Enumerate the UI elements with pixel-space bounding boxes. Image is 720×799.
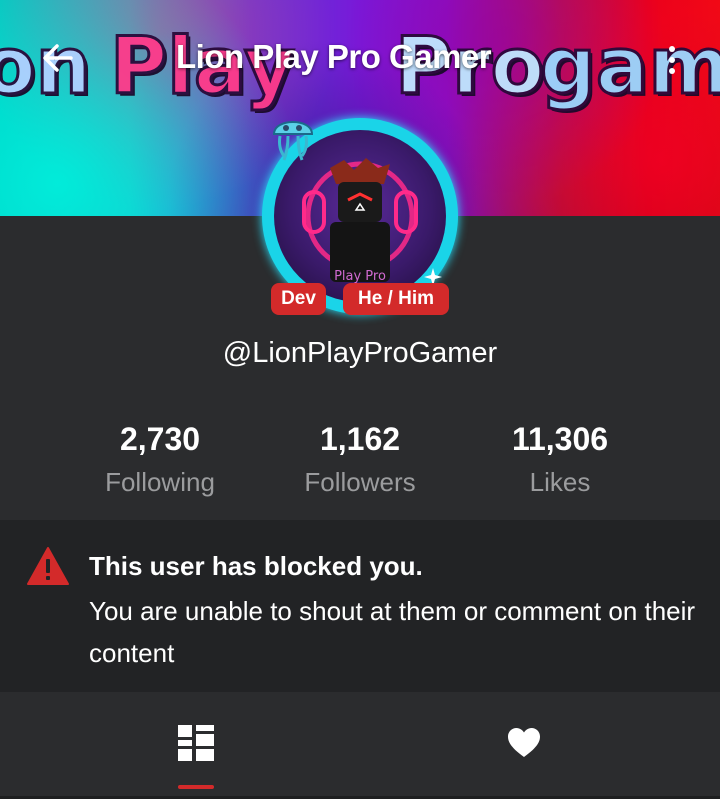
top-app-bar: Lion Play Pro Gamer bbox=[0, 28, 720, 92]
badge-row: Dev He / Him bbox=[0, 283, 720, 317]
content-tab-bar bbox=[0, 693, 720, 799]
following-label: Following bbox=[105, 467, 215, 497]
tab-posts[interactable] bbox=[16, 693, 376, 793]
likes-label: Likes bbox=[529, 467, 591, 497]
followers-label: Followers bbox=[304, 467, 416, 497]
following-stat[interactable]: 2,730 Following bbox=[50, 420, 270, 502]
more-vertical-icon bbox=[669, 46, 675, 52]
dev-badge: Dev bbox=[271, 283, 326, 315]
svg-text:Play Pro: Play Pro bbox=[334, 269, 386, 284]
jellyfish-badge-icon bbox=[272, 121, 314, 161]
tab-likes[interactable] bbox=[344, 693, 704, 793]
pronoun-badge: He / Him bbox=[343, 283, 449, 315]
notice-body: You are unable to shout at them or comme… bbox=[89, 596, 696, 668]
followers-count: 1,162 bbox=[319, 421, 401, 457]
arrow-left-icon bbox=[43, 44, 73, 72]
profile-stats: 2,730 Following 1,162 Followers 11,306 L… bbox=[0, 420, 720, 500]
likes-stat: 11,306 Likes bbox=[450, 420, 670, 502]
page-title: Lion Play Pro Gamer bbox=[176, 38, 492, 75]
notice-title: This user has blocked you. bbox=[89, 551, 423, 581]
more-options-button[interactable] bbox=[658, 38, 686, 82]
following-count: 2,730 bbox=[119, 421, 201, 457]
grid-layout-icon bbox=[178, 725, 214, 761]
active-tab-indicator bbox=[178, 785, 214, 789]
warning-triangle-icon bbox=[27, 547, 69, 585]
heart-icon bbox=[508, 728, 540, 757]
username-handle: @LionPlayProGamer bbox=[222, 337, 498, 369]
followers-stat[interactable]: 1,162 Followers bbox=[250, 420, 470, 502]
likes-count: 11,306 bbox=[511, 421, 609, 457]
back-button[interactable] bbox=[38, 38, 78, 78]
